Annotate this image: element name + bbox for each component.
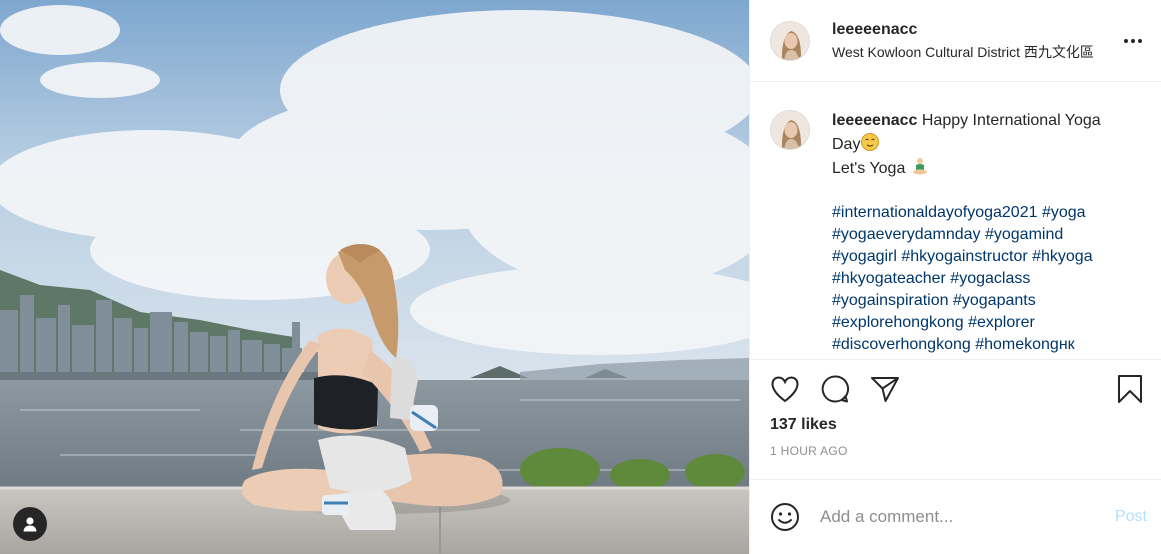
username-link[interactable]: leeeeenacc bbox=[832, 19, 1121, 41]
user-icon bbox=[23, 517, 37, 532]
action-bar bbox=[750, 358, 1161, 419]
comment-icon bbox=[821, 375, 850, 403]
smiley-icon bbox=[771, 502, 799, 531]
more-horizontal-icon bbox=[1124, 38, 1142, 43]
comment-input[interactable] bbox=[820, 506, 1115, 527]
like-button[interactable] bbox=[770, 374, 800, 404]
post-comment-button[interactable]: Post bbox=[1115, 508, 1147, 526]
caption-text: leeeeenacc Happy International Yoga Day … bbox=[832, 110, 1132, 359]
avatar[interactable] bbox=[770, 20, 810, 61]
tagged-users-button[interactable] bbox=[13, 507, 47, 541]
person-in-lotus-position-icon bbox=[912, 158, 927, 175]
caption-avatar[interactable] bbox=[770, 110, 810, 151]
comment-box: Post bbox=[750, 478, 1161, 554]
paper-plane-icon bbox=[871, 377, 899, 403]
instagram-post: leeeeenacc West Kowloon Cultural Distric… bbox=[0, 0, 1161, 554]
post-header: leeeeenacc West Kowloon Cultural Distric… bbox=[750, 0, 1161, 83]
yoga-photo-illustration bbox=[0, 0, 749, 554]
post-sidebar: leeeeenacc West Kowloon Cultural Distric… bbox=[749, 0, 1161, 554]
caption-line2: Let's Yoga bbox=[832, 160, 906, 178]
heart-icon bbox=[771, 376, 799, 403]
comment-button[interactable] bbox=[820, 374, 850, 404]
save-button[interactable] bbox=[1115, 374, 1145, 404]
bookmark-icon bbox=[1118, 375, 1142, 404]
header-text: leeeeenacc West Kowloon Cultural Distric… bbox=[832, 19, 1121, 63]
more-options-button[interactable] bbox=[1121, 29, 1145, 53]
location-link[interactable]: West Kowloon Cultural District 西九文化區 bbox=[832, 41, 1121, 63]
post-timestamp[interactable]: 1 HOUR AGO bbox=[750, 440, 1161, 479]
caption-username[interactable]: leeeeenacc bbox=[832, 112, 917, 129]
likes-count[interactable]: 137 likes bbox=[750, 415, 1161, 440]
relieved-face-icon bbox=[861, 133, 880, 152]
avatar-image bbox=[771, 21, 809, 60]
hashtags[interactable]: #internationaldayofyoga2021 #yoga #yogae… bbox=[832, 202, 1132, 359]
caption-area: leeeeenacc Happy International Yoga Day … bbox=[750, 82, 1161, 359]
share-button[interactable] bbox=[870, 374, 900, 404]
emoji-picker-button[interactable] bbox=[770, 502, 800, 532]
post-photo[interactable] bbox=[0, 0, 749, 554]
avatar-image bbox=[771, 111, 809, 150]
